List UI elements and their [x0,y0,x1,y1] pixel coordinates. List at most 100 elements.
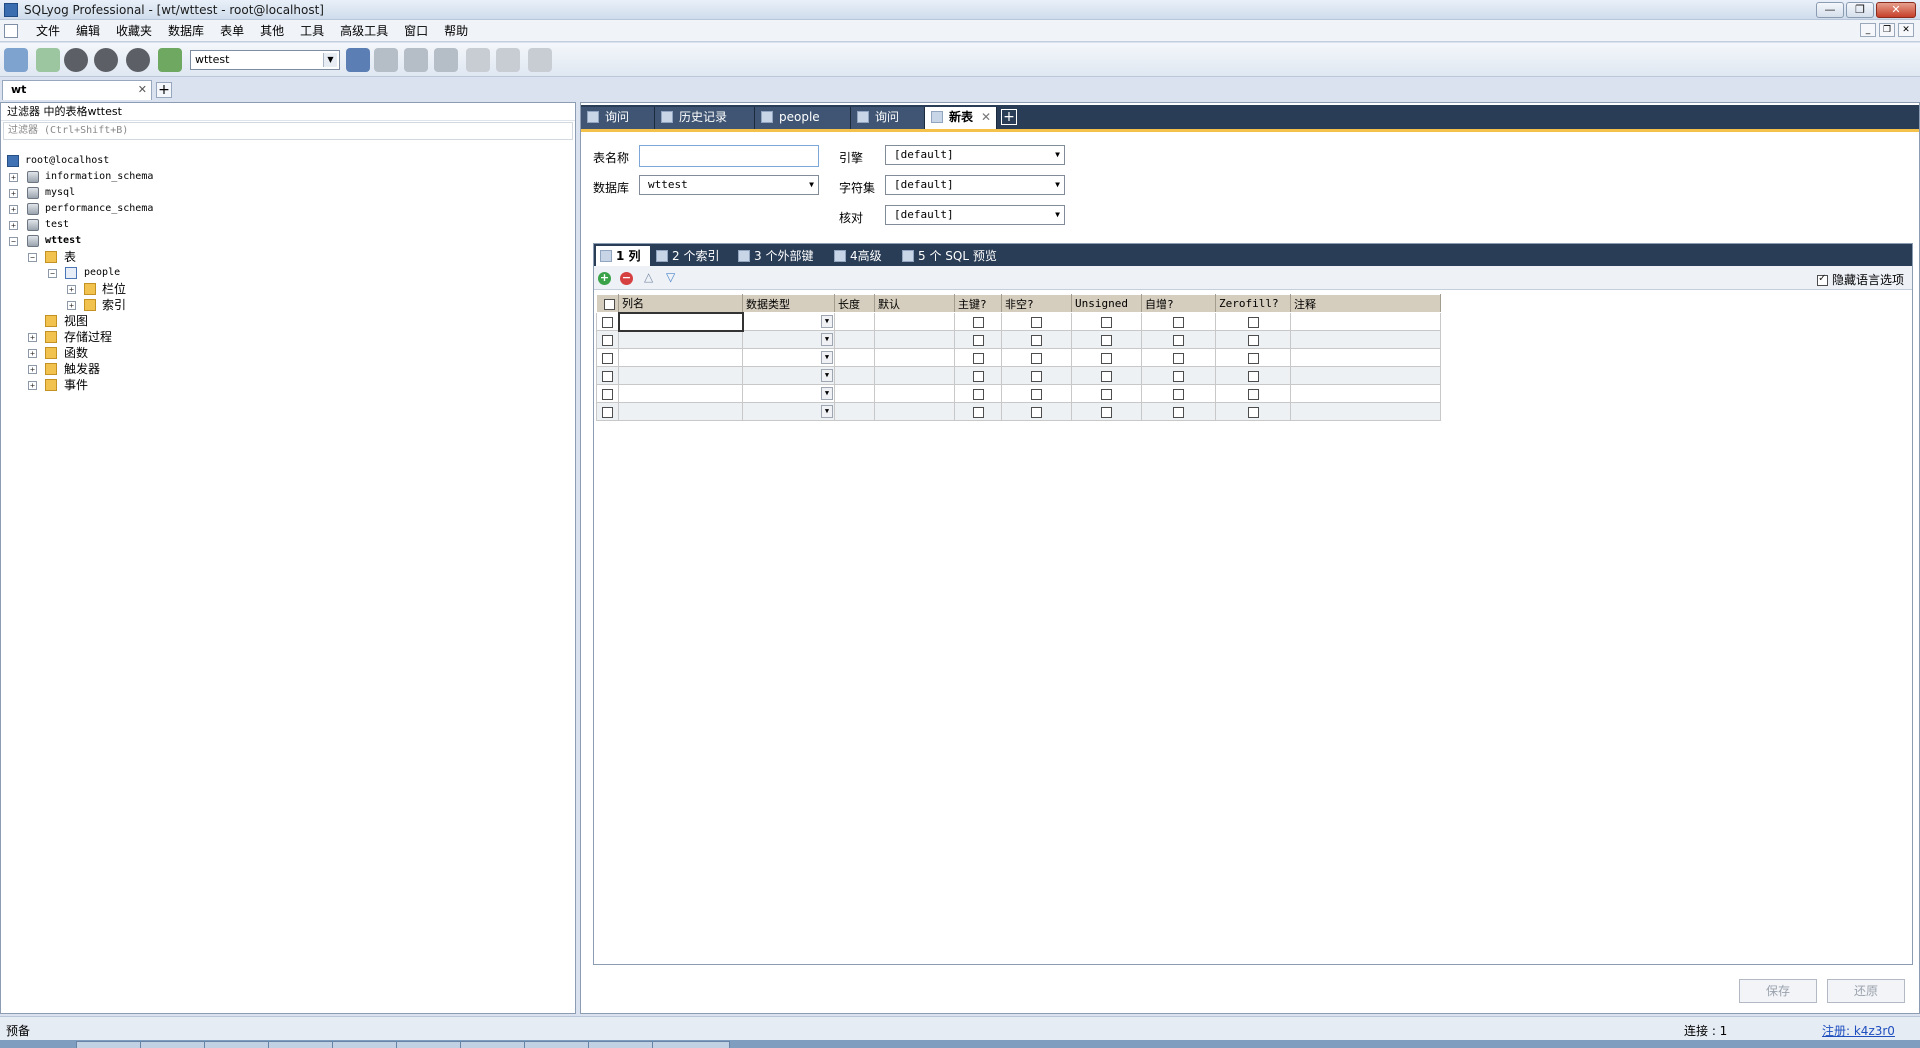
zerofill-checkbox[interactable] [1247,370,1259,382]
comment-cell[interactable] [1290,330,1441,349]
tab-history[interactable]: 历史记录 [655,107,755,129]
menu-favorites[interactable]: 收藏夹 [108,23,160,39]
unsigned-checkbox[interactable] [1101,316,1112,328]
hide-language-options[interactable]: 隐藏语言选项 [1817,271,1904,288]
tree-folder-indexes[interactable]: + 索引 [1,297,575,313]
engine-select[interactable]: [default] ▼ [885,145,1065,165]
filter-input[interactable]: 过滤器 (Ctrl+Shift+B) [3,122,573,140]
maximize-button[interactable]: ❐ [1846,2,1874,18]
default-cell[interactable] [874,366,955,385]
col-header-auto-increment[interactable]: 自增? [1141,294,1216,313]
zerofill-cell[interactable] [1215,330,1291,349]
tab-indexes[interactable]: 2 个索引 [652,246,732,266]
primary-key-checkbox[interactable] [972,388,984,400]
comment-cell[interactable] [1290,402,1441,421]
row-select-checkbox[interactable] [602,352,613,364]
unsigned-cell[interactable] [1071,384,1142,403]
expand-icon[interactable]: + [9,173,18,182]
chevron-down-icon[interactable]: ▼ [821,315,833,329]
table-row[interactable]: ▼ [596,366,1441,385]
add-query-tab-button[interactable]: + [1001,109,1017,125]
auto-increment-cell[interactable] [1141,330,1216,349]
length-cell[interactable] [834,384,875,403]
mdi-minimize-button[interactable]: _ [1860,23,1876,37]
auto-increment-cell[interactable] [1141,348,1216,367]
zerofill-checkbox[interactable] [1247,334,1259,346]
col-header-type[interactable]: 数据类型 [742,294,835,313]
row-select-checkbox[interactable] [602,370,613,382]
collapse-icon[interactable]: − [9,237,18,246]
tab-foreign-keys[interactable]: 3 个外部键 [734,246,828,266]
menu-tools[interactable]: 工具 [292,23,332,39]
auto-increment-cell[interactable] [1141,402,1216,421]
length-cell[interactable] [834,330,875,349]
length-cell[interactable] [834,402,875,421]
select-all-header[interactable] [596,294,619,313]
execute-all-icon[interactable] [94,48,118,72]
not-null-checkbox[interactable] [1031,316,1042,328]
delete-column-icon[interactable]: − [620,272,633,285]
expand-icon[interactable]: + [28,349,37,358]
auto-increment-checkbox[interactable] [1173,352,1184,364]
not-null-checkbox[interactable] [1031,370,1042,382]
row-select-cell[interactable] [596,402,619,421]
tree-db-wttest[interactable]: − wttest [1,233,575,249]
close-button[interactable]: ✕ [1876,2,1916,18]
column-name-cell[interactable] [618,384,743,403]
collation-select[interactable]: [default] ▼ [885,205,1065,225]
expand-icon[interactable]: + [9,189,18,198]
unsigned-checkbox[interactable] [1101,352,1112,364]
primary-key-checkbox[interactable] [972,334,984,346]
grid-icon[interactable] [528,48,552,72]
collapse-icon[interactable]: − [28,253,37,262]
unsigned-cell[interactable] [1071,366,1142,385]
not-null-checkbox[interactable] [1031,352,1042,364]
hide-language-checkbox[interactable] [1817,273,1829,286]
row-select-checkbox[interactable] [602,334,613,346]
chevron-down-icon[interactable]: ▼ [821,369,833,383]
select-all-checkbox[interactable] [603,298,615,310]
taskbar-button[interactable] [652,1041,730,1048]
tree-folder-functions[interactable]: + 函数 [1,345,575,361]
zerofill-cell[interactable] [1215,312,1291,331]
not-null-checkbox[interactable] [1031,406,1042,418]
auto-increment-checkbox[interactable] [1173,370,1184,382]
unsigned-cell[interactable] [1071,330,1142,349]
menu-other[interactable]: 其他 [252,23,292,39]
auto-increment-checkbox[interactable] [1173,316,1184,328]
expand-icon[interactable]: + [28,365,37,374]
zerofill-checkbox[interactable] [1247,352,1259,364]
add-column-icon[interactable]: + [598,272,611,285]
tab-query-2[interactable]: 询问 [851,107,925,129]
table-row[interactable]: ▼ [596,384,1441,403]
close-tab-icon[interactable]: ✕ [138,81,147,99]
auto-increment-checkbox[interactable] [1173,406,1184,418]
primary-key-cell[interactable] [954,366,1002,385]
tree-table-people[interactable]: − people [1,265,575,281]
col-header-comment[interactable]: 注释 [1290,294,1441,313]
data-type-cell[interactable]: ▼ [742,366,835,385]
data-type-cell[interactable]: ▼ [742,348,835,367]
refresh-icon[interactable] [158,48,182,72]
tree-folder-views[interactable]: 视图 [1,313,575,329]
comment-cell[interactable] [1290,384,1441,403]
unsigned-cell[interactable] [1071,348,1142,367]
database-select[interactable]: wttest ▼ [639,175,819,195]
column-name-cell[interactable] [617,311,744,332]
registration-link[interactable]: 注册: k4z3r0 [1822,1022,1895,1039]
chevron-down-icon[interactable]: ▼ [821,405,833,419]
not-null-cell[interactable] [1001,312,1072,331]
menu-edit[interactable]: 编辑 [68,23,108,39]
move-down-icon[interactable]: ▽ [666,270,675,284]
primary-key-cell[interactable] [954,348,1002,367]
stop-icon[interactable] [126,48,150,72]
data-type-cell[interactable]: ▼ [742,312,835,331]
zerofill-cell[interactable] [1215,348,1291,367]
not-null-cell[interactable] [1001,330,1072,349]
unsigned-checkbox[interactable] [1101,388,1112,400]
unsigned-cell[interactable] [1071,312,1142,331]
minimize-button[interactable]: — [1816,2,1844,18]
data-type-cell[interactable]: ▼ [742,402,835,421]
menu-window[interactable]: 窗口 [396,23,436,39]
table-row[interactable]: ▼ [596,330,1441,349]
